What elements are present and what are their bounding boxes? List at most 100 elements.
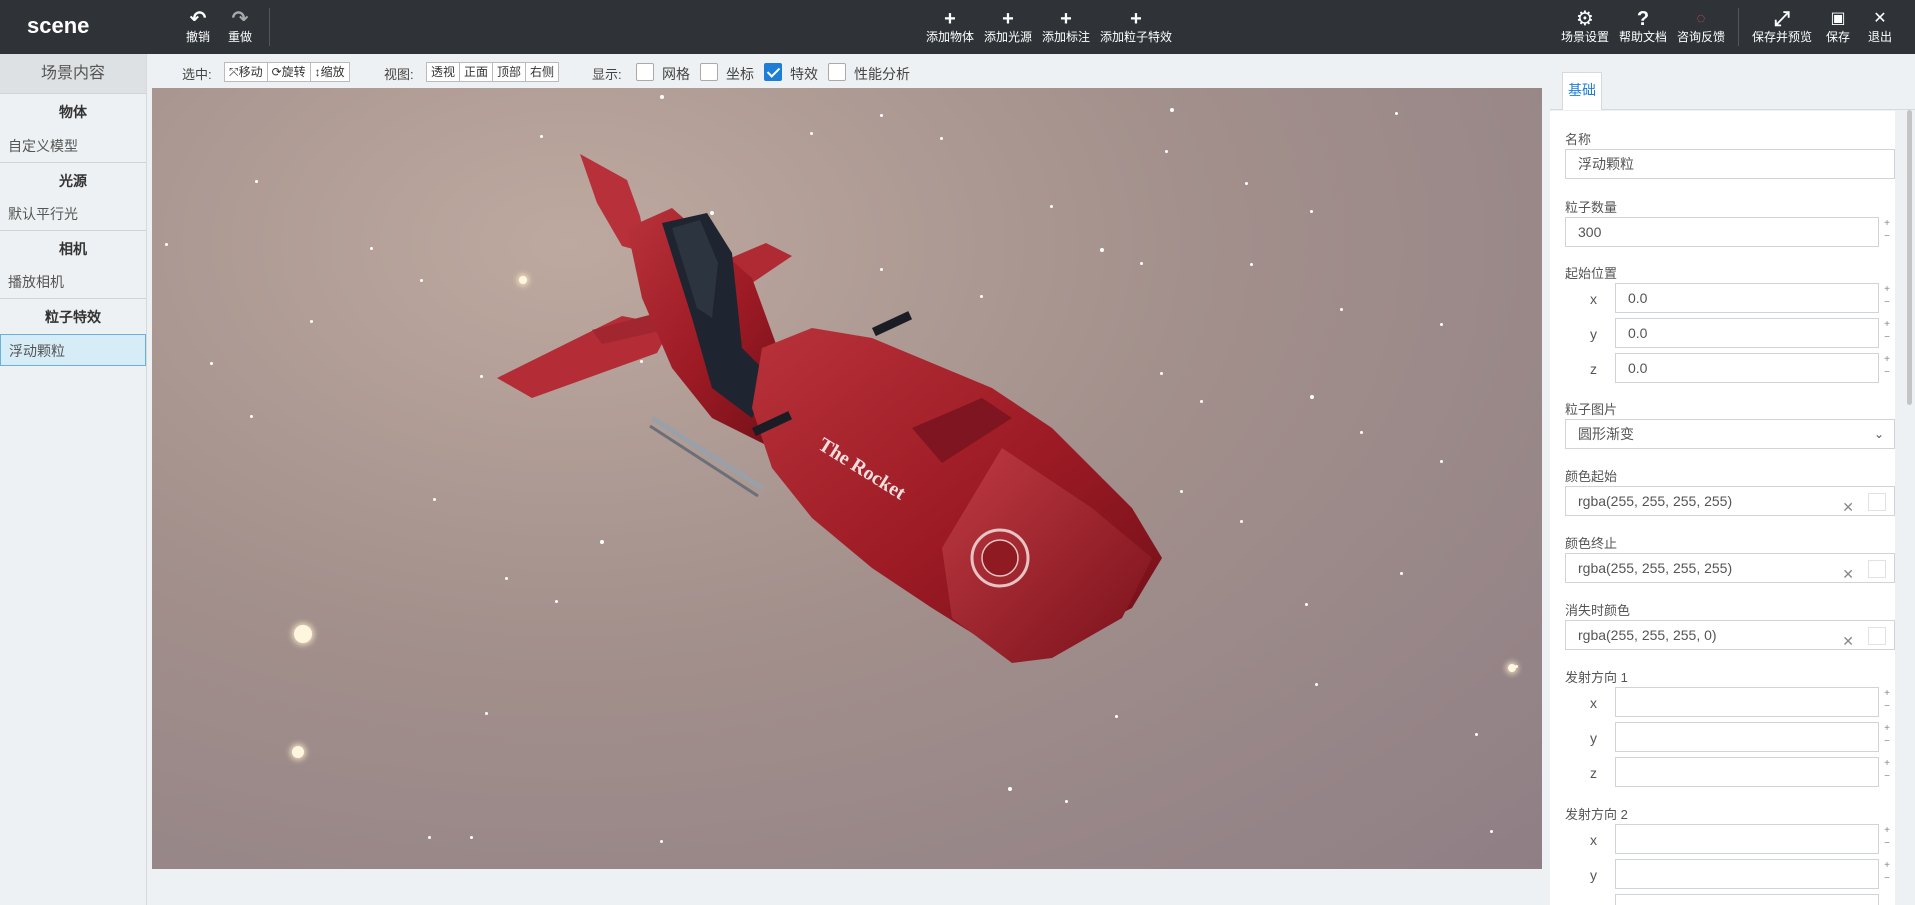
- color-end-field[interactable]: rgba(255, 255, 255, 255) ✕: [1565, 553, 1895, 583]
- start-z-field[interactable]: 0.0: [1615, 353, 1879, 383]
- display-label: 显示:: [592, 67, 622, 82]
- color-swatch[interactable]: [1868, 627, 1886, 645]
- chat-icon: ◌: [1696, 10, 1706, 27]
- dir2-z-field[interactable]: [1615, 894, 1879, 905]
- undo-button[interactable]: ↶ 撤销: [184, 8, 212, 44]
- start-z-label: z: [1590, 361, 1597, 377]
- viewport-footer: [148, 869, 1543, 905]
- perf-checkbox[interactable]: [828, 63, 846, 81]
- feedback-button[interactable]: ◌ 咨询反馈: [1676, 8, 1726, 44]
- tab-basic[interactable]: 基础: [1562, 72, 1602, 110]
- scale-button[interactable]: ↕缩放: [311, 63, 349, 81]
- add-particle-effect-button[interactable]: + 添加粒子特效: [1098, 8, 1174, 44]
- dir1-z-field[interactable]: [1615, 757, 1879, 787]
- grid-checkbox[interactable]: [636, 63, 654, 81]
- scrollbar[interactable]: [1907, 110, 1912, 405]
- clear-icon[interactable]: ✕: [1842, 560, 1854, 588]
- expand-icon: ⤢: [1774, 8, 1790, 30]
- save-button[interactable]: ▣ 保存: [1824, 8, 1852, 44]
- start-pos-label: 起始位置: [1565, 266, 1618, 281]
- color-swatch[interactable]: [1868, 560, 1886, 578]
- list-item-floating-particles[interactable]: 浮动颗粒: [0, 334, 146, 366]
- undo-icon: ↶: [189, 8, 207, 30]
- plus-icon: +: [1130, 8, 1142, 30]
- redo-icon: ↷: [231, 8, 249, 30]
- start-x-field[interactable]: 0.0: [1615, 283, 1879, 313]
- dir2-y-field[interactable]: [1615, 859, 1879, 889]
- save-preview-button[interactable]: ⤢ 保存并预览: [1750, 8, 1814, 44]
- group-lights: 光源: [0, 162, 146, 198]
- direction2-label: 发射方向 2: [1565, 807, 1628, 822]
- list-item-play-camera[interactable]: 播放相机: [0, 266, 146, 298]
- exit-button[interactable]: ✕ 退出: [1866, 8, 1894, 44]
- effects-label: 特效: [790, 66, 818, 82]
- view-front-button[interactable]: 正面: [460, 63, 494, 81]
- direction1-label: 发射方向 1: [1565, 670, 1628, 685]
- count-label: 粒子数量: [1565, 200, 1618, 215]
- dir2-x-stepper[interactable]: + −: [1880, 824, 1894, 854]
- axes-checkbox[interactable]: [700, 63, 718, 81]
- properties-panel: 基础 名称 浮动颗粒 粒子数量 300 + − 起始位置 x 0.0 + − y 0…: [1550, 54, 1915, 905]
- dir1-x-field[interactable]: [1615, 687, 1879, 717]
- tab-bar: 基础: [1550, 54, 1915, 110]
- clear-icon[interactable]: ✕: [1842, 493, 1854, 521]
- divider: [269, 8, 270, 46]
- dir1-x-stepper[interactable]: + −: [1880, 687, 1894, 717]
- plus-icon: +: [1060, 8, 1072, 30]
- view-top-button[interactable]: 顶部: [493, 63, 527, 81]
- gun-barrel: [871, 311, 913, 337]
- group-cameras: 相机: [0, 230, 146, 266]
- particle-image-select[interactable]: 圆形渐变 ⌄: [1565, 419, 1895, 449]
- start-y-field[interactable]: 0.0: [1615, 318, 1879, 348]
- list-item-default-light[interactable]: 默认平行光: [0, 198, 146, 230]
- divider: [1738, 8, 1739, 46]
- start-x-label: x: [1590, 291, 1597, 307]
- effects-checkbox[interactable]: [764, 63, 782, 81]
- rocket-model[interactable]: The Rocket: [152, 88, 1542, 869]
- dir2-x-field[interactable]: [1615, 824, 1879, 854]
- dir1-z-stepper[interactable]: + −: [1880, 757, 1894, 787]
- help-docs-button[interactable]: ? 帮助文档: [1618, 8, 1668, 44]
- move-button[interactable]: ⤧移动: [225, 63, 268, 81]
- dir2-y-stepper[interactable]: + −: [1880, 859, 1894, 889]
- add-light-button[interactable]: + 添加光源: [982, 8, 1034, 44]
- redo-button[interactable]: ↷ 重做: [226, 8, 254, 44]
- count-stepper[interactable]: + −: [1880, 217, 1894, 247]
- start-x-stepper[interactable]: + −: [1880, 283, 1894, 313]
- view-perspective-button[interactable]: 透视: [427, 63, 461, 81]
- dir1-y-stepper[interactable]: + −: [1880, 722, 1894, 752]
- view-mode-group: 透视 正面 顶部 右侧: [426, 62, 560, 82]
- clear-icon[interactable]: ✕: [1842, 627, 1854, 655]
- panel-header: 场景内容: [0, 54, 146, 94]
- 3d-viewport[interactable]: The Rocket: [152, 88, 1542, 869]
- view-right-button[interactable]: 右侧: [526, 63, 558, 81]
- color-start-field[interactable]: rgba(255, 255, 255, 255) ✕: [1565, 486, 1895, 516]
- emblem-inner: [981, 539, 1019, 577]
- count-field[interactable]: 300: [1565, 217, 1879, 247]
- select-label: 选中:: [182, 67, 212, 82]
- rotate-button[interactable]: ⟳旋转: [268, 63, 311, 81]
- perf-label: 性能分析: [854, 66, 910, 82]
- color-end-label: 颜色终止: [1565, 536, 1618, 551]
- fade-color-field[interactable]: rgba(255, 255, 255, 0) ✕: [1565, 620, 1895, 650]
- name-field[interactable]: 浮动颗粒: [1565, 149, 1895, 179]
- save-icon: ▣: [1830, 10, 1846, 27]
- viewport-toolbar: 选中: ⤧移动 ⟳旋转 ↕缩放 视图: 透视 正面 顶部 右侧 显示: 网格 坐…: [148, 54, 1543, 88]
- add-object-button[interactable]: + 添加物体: [924, 8, 976, 44]
- group-objects: 物体: [59, 104, 87, 120]
- list-item-custom-model[interactable]: 自定义模型: [0, 130, 146, 162]
- fade-color-label: 消失时颜色: [1565, 603, 1631, 618]
- color-swatch[interactable]: [1868, 493, 1886, 511]
- plus-icon: +: [944, 8, 956, 30]
- dir1-z-label: z: [1590, 765, 1597, 781]
- start-z-stepper[interactable]: + −: [1880, 353, 1894, 383]
- axes-label: 坐标: [726, 66, 754, 82]
- start-y-stepper[interactable]: + −: [1880, 318, 1894, 348]
- name-label: 名称: [1565, 132, 1592, 147]
- dir1-y-field[interactable]: [1615, 722, 1879, 752]
- scene-settings-button[interactable]: ⚙ 场景设置: [1560, 8, 1610, 44]
- rail: [649, 424, 759, 498]
- color-start-label: 颜色起始: [1565, 469, 1618, 484]
- scene-content-panel: 场景内容 物体 自定义模型 光源 默认平行光 相机 播放相机 粒子特效 浮动颗粒: [0, 54, 147, 905]
- add-annotation-button[interactable]: + 添加标注: [1040, 8, 1092, 44]
